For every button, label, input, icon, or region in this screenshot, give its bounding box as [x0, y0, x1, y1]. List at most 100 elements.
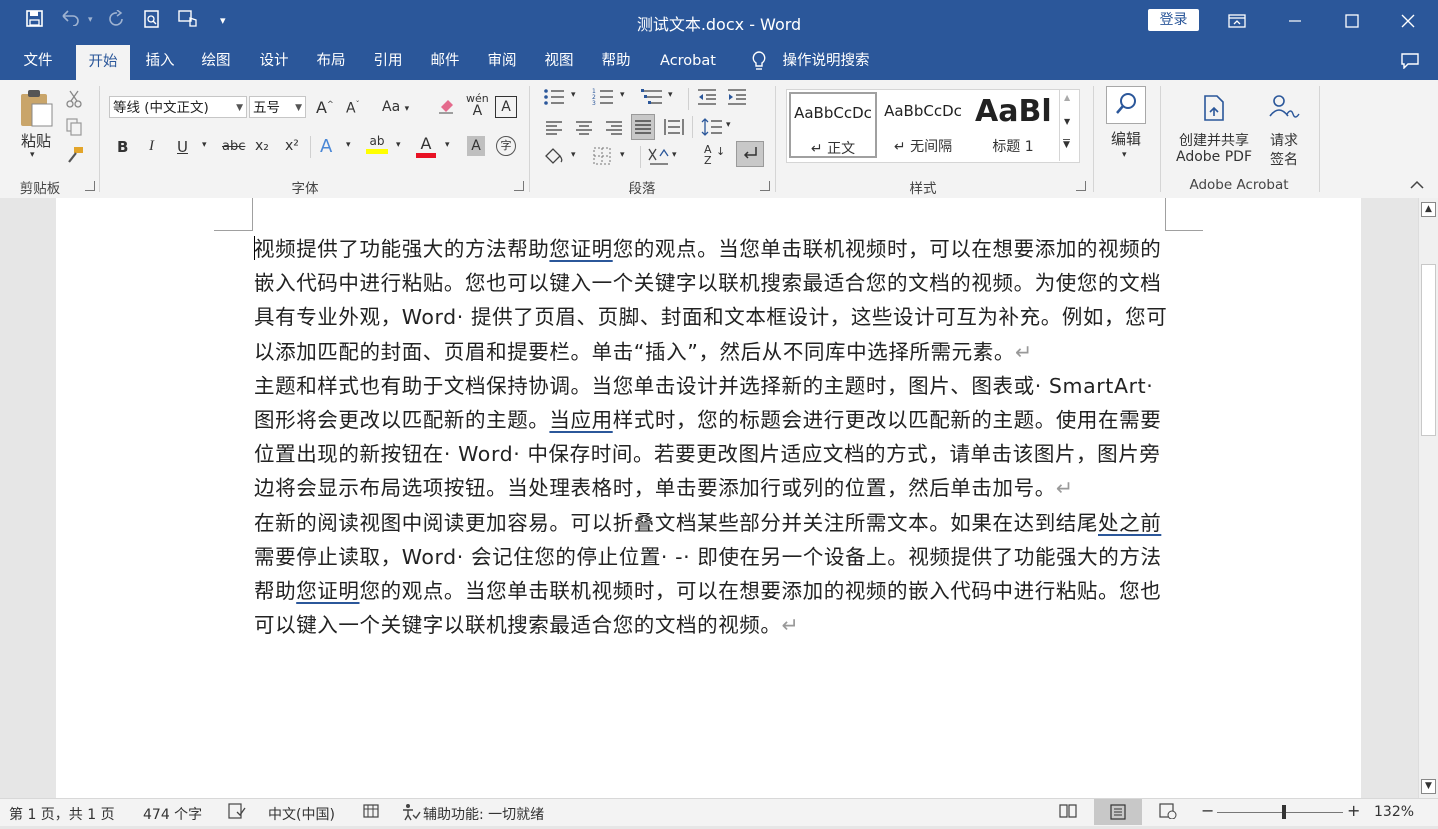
- character-shading-icon[interactable]: A: [467, 136, 485, 156]
- bold-button[interactable]: B: [117, 138, 128, 156]
- close-icon[interactable]: [1385, 0, 1431, 42]
- text-effects-icon[interactable]: A: [320, 136, 332, 157]
- superscript-button[interactable]: x²: [285, 138, 299, 154]
- request-signature-label-2[interactable]: 签名: [1262, 149, 1306, 169]
- save-icon[interactable]: [26, 10, 43, 31]
- clipboard-dialog-launcher-icon[interactable]: [85, 181, 95, 191]
- clear-formatting-icon[interactable]: [437, 97, 455, 119]
- read-mode-icon[interactable]: [1059, 803, 1077, 823]
- subscript-button[interactable]: x₂: [255, 138, 269, 154]
- zoom-in-button[interactable]: +: [1347, 801, 1360, 820]
- editing-button[interactable]: [1106, 86, 1146, 124]
- numbering-dropdown-icon[interactable]: ▾: [620, 90, 625, 100]
- zoom-level[interactable]: 132%: [1374, 804, 1414, 820]
- grammar-underlined-text[interactable]: 您证明: [296, 579, 359, 603]
- font-color-icon[interactable]: A: [416, 134, 436, 158]
- accessibility-status[interactable]: 辅助功能: 一切就绪: [423, 804, 544, 824]
- paste-icon[interactable]: [18, 88, 56, 128]
- tell-me-search[interactable]: 操作说明搜索: [778, 42, 874, 80]
- tab-insert[interactable]: 插入: [134, 42, 186, 80]
- style-heading-1[interactable]: AaBl 标题 1: [969, 92, 1057, 158]
- italic-button[interactable]: I: [149, 138, 154, 155]
- grammar-underlined-text[interactable]: 当应用: [549, 408, 612, 432]
- tab-view[interactable]: 视图: [532, 42, 586, 80]
- cut-icon[interactable]: [66, 90, 82, 112]
- create-pdf-label-1[interactable]: 创建并共享: [1168, 130, 1260, 150]
- gallery-up-icon[interactable]: ▲: [1064, 93, 1070, 102]
- scroll-thumb[interactable]: [1421, 264, 1436, 436]
- multilevel-dropdown-icon[interactable]: ▾: [668, 90, 673, 100]
- collapse-ribbon-icon[interactable]: [1409, 176, 1425, 194]
- highlight-icon[interactable]: ab: [366, 134, 388, 154]
- paste-button[interactable]: 粘贴: [14, 130, 58, 151]
- format-painter-icon[interactable]: [66, 146, 84, 168]
- zoom-out-button[interactable]: −: [1201, 801, 1214, 820]
- touch-mode-icon[interactable]: [178, 10, 198, 32]
- style-normal[interactable]: AaBbCcDc ↵ 正文: [789, 92, 877, 158]
- minimize-icon[interactable]: [1272, 0, 1318, 42]
- macro-record-icon[interactable]: [363, 803, 379, 823]
- grow-font-icon[interactable]: A^: [316, 98, 334, 117]
- print-layout-icon[interactable]: [1094, 799, 1142, 825]
- borders-icon[interactable]: [592, 146, 612, 170]
- maximize-icon[interactable]: [1329, 0, 1375, 42]
- tab-layout[interactable]: 布局: [304, 42, 358, 80]
- chinese-layout-icon[interactable]: [648, 146, 670, 170]
- tab-review[interactable]: 审阅: [475, 42, 529, 80]
- customize-qat-icon[interactable]: ▾: [220, 14, 226, 27]
- tab-help[interactable]: 帮助: [589, 42, 643, 80]
- proofing-icon[interactable]: [228, 803, 246, 823]
- lightbulb-icon[interactable]: [744, 42, 774, 80]
- change-case-button[interactable]: Aa ▾: [382, 99, 409, 115]
- page-count[interactable]: 第 1 页，共 1 页: [9, 804, 115, 824]
- multilevel-list-icon[interactable]: [641, 88, 663, 110]
- print-preview-icon[interactable]: [144, 10, 160, 32]
- language-indicator[interactable]: 中文(中国): [268, 804, 335, 824]
- copy-icon[interactable]: [66, 118, 82, 140]
- zoom-slider-track[interactable]: [1217, 812, 1343, 813]
- align-left-icon[interactable]: [545, 120, 563, 140]
- undo-dropdown-icon[interactable]: ▾: [88, 15, 93, 25]
- phonetic-guide-icon[interactable]: wén A: [466, 93, 489, 119]
- grammar-underlined-text[interactable]: 处之前: [1098, 511, 1161, 535]
- word-count[interactable]: 474 个字: [143, 804, 202, 824]
- gallery-more-icon[interactable]: ▼: [1063, 139, 1070, 150]
- zoom-slider-thumb[interactable]: [1282, 805, 1286, 819]
- editing-dropdown-icon[interactable]: ▾: [1122, 150, 1127, 160]
- underline-button[interactable]: U: [177, 138, 188, 156]
- request-signature-icon[interactable]: [1267, 94, 1301, 126]
- highlight-dropdown-icon[interactable]: ▾: [396, 140, 401, 150]
- ribbon-display-options-icon[interactable]: [1214, 0, 1260, 42]
- character-border-icon[interactable]: A: [495, 96, 517, 118]
- tab-file[interactable]: 文件: [10, 42, 66, 80]
- show-formatting-marks-icon[interactable]: [736, 141, 764, 167]
- tab-design[interactable]: 设计: [247, 42, 301, 80]
- text-effects-dropdown-icon[interactable]: ▾: [346, 140, 351, 150]
- styles-dialog-launcher-icon[interactable]: [1076, 181, 1086, 191]
- paragraph-dialog-launcher-icon[interactable]: [760, 181, 770, 191]
- align-center-icon[interactable]: [575, 120, 593, 140]
- font-size-combo[interactable]: 五号 ▼: [249, 96, 306, 118]
- bullets-icon[interactable]: [543, 88, 565, 110]
- tab-acrobat[interactable]: Acrobat: [652, 42, 724, 80]
- line-spacing-dropdown-icon[interactable]: ▾: [726, 120, 731, 130]
- strikethrough-button[interactable]: abc: [222, 139, 245, 154]
- scroll-up-icon[interactable]: ▲: [1421, 202, 1436, 217]
- request-signature-label-1[interactable]: 请求: [1262, 130, 1306, 150]
- tab-references[interactable]: 引用: [361, 42, 415, 80]
- decrease-indent-icon[interactable]: [697, 88, 717, 110]
- gallery-down-icon[interactable]: ▼: [1064, 117, 1070, 126]
- increase-indent-icon[interactable]: [727, 88, 747, 110]
- justify-icon[interactable]: [631, 114, 655, 140]
- tab-draw[interactable]: 绘图: [190, 42, 242, 80]
- shading-icon[interactable]: [543, 146, 565, 170]
- login-button[interactable]: 登录: [1148, 9, 1199, 31]
- font-name-combo[interactable]: 等线 (中文正文) ▼: [109, 96, 247, 118]
- font-color-dropdown-icon[interactable]: ▾: [445, 140, 450, 150]
- font-dialog-launcher-icon[interactable]: [514, 181, 524, 191]
- sort-icon[interactable]: A Z ↓: [704, 144, 725, 166]
- create-pdf-label-2[interactable]: Adobe PDF: [1168, 149, 1260, 165]
- numbering-icon[interactable]: 123: [592, 88, 614, 110]
- scroll-down-icon[interactable]: ▼: [1421, 779, 1436, 794]
- chinese-layout-dropdown-icon[interactable]: ▾: [672, 150, 677, 160]
